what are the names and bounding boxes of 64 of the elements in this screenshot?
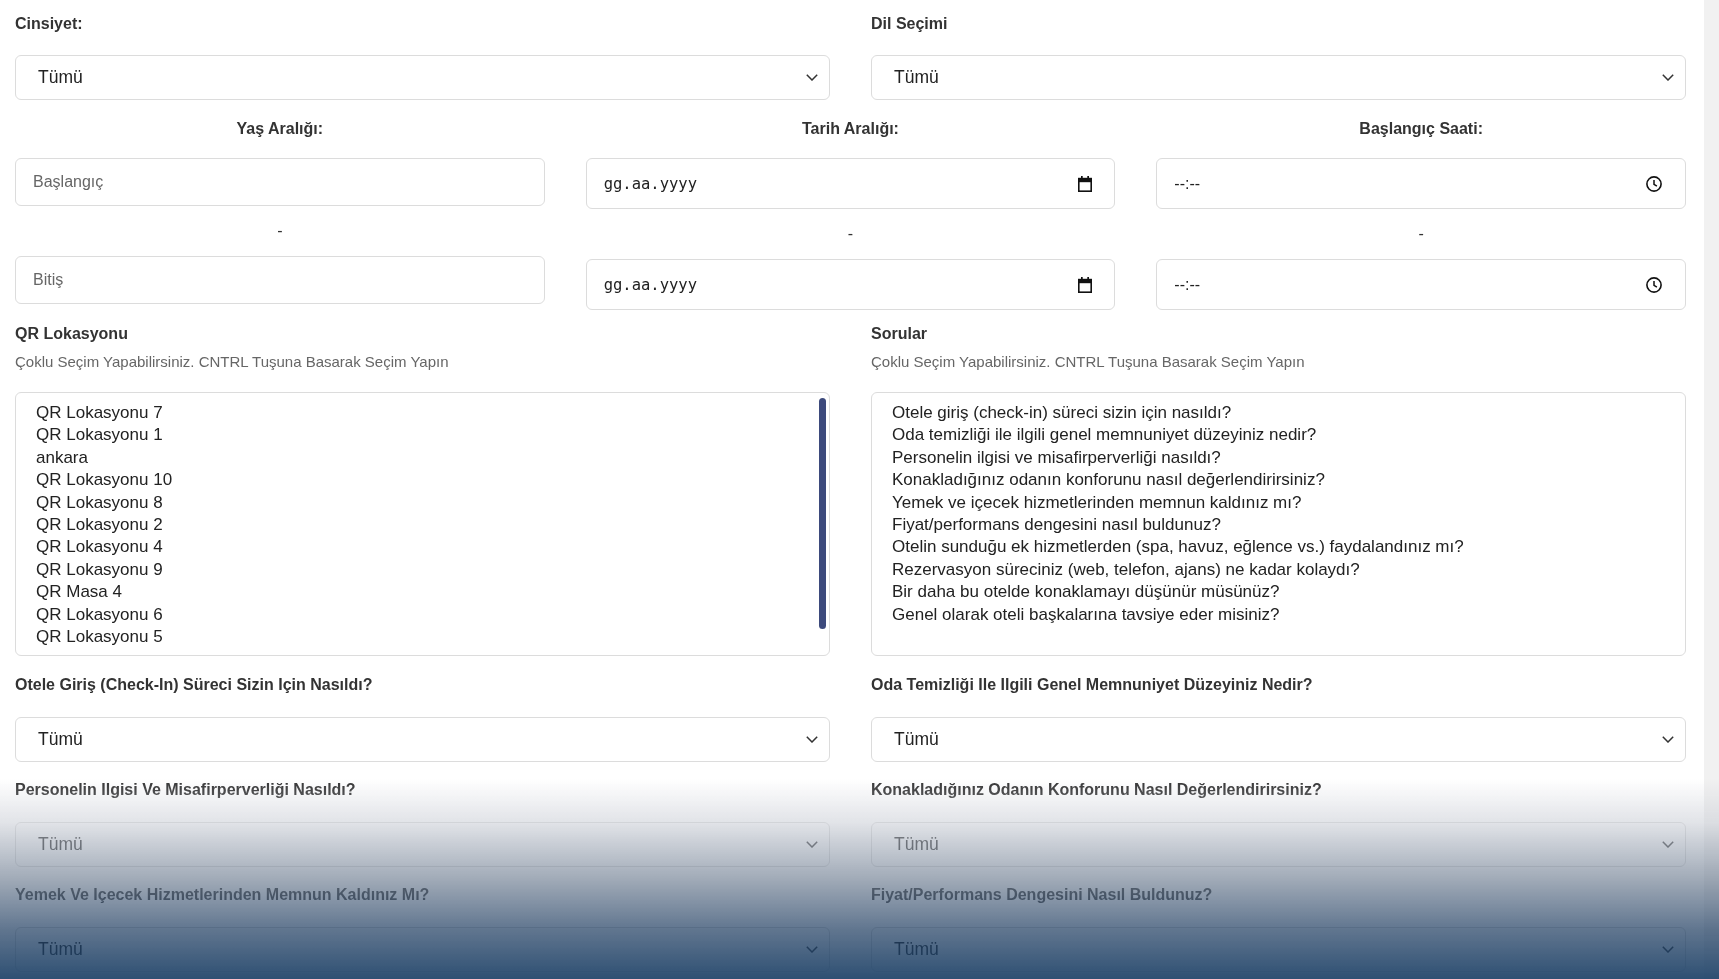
input-field[interactable]: Başlangıç <box>15 158 545 206</box>
listbox-option[interactable]: Bir daha bu otelde konaklamayı düşünür müsünüz? <box>892 581 1280 604</box>
clock-icon <box>1646 276 1662 293</box>
dropdown[interactable]: Tümü <box>15 717 830 762</box>
listbox-option[interactable]: QR Lokasyonu 8 <box>36 491 163 515</box>
listbox[interactable] <box>871 392 1686 656</box>
field-label: Dil Seçimi <box>871 14 949 34</box>
field-label: Otele Giriş (Check-In) Süreci Sizin Için Nasıldı? <box>15 675 374 695</box>
listbox[interactable]: QR Lokasyonu 7 QR Lokasyonu 1 ankara QR Lokasyonu 10 QR Lokasyonu 8 QR Lokasyonu 2 QR Lokasyonu 4 QR Lokasyonu 9 QR Masa 4 QR Lokasyonu 6 QR Lokasyonu 5 <box>15 392 830 656</box>
time-field[interactable]: --:-- <box>1156 158 1686 209</box>
chevron-icon <box>1662 946 1674 953</box>
input-field[interactable]: Bitiş <box>15 256 545 304</box>
field-label: Oda Temizliği Ile Ilgili Genel Memnuniyet Düzeyiniz Nedir? <box>871 675 1314 695</box>
listbox-option[interactable]: Otelin sunduğu ek hizmetlerden (spa, havuz, eğlence vs.) faydalandınız mı? <box>892 536 1464 559</box>
hint-text: Çoklu Seçim Yapabilirsiniz. CNTRL Tuşuna Basarak Seçim Yapın <box>871 353 1306 371</box>
listbox-option[interactable]: Rezervasyon süreciniz (web, telefon, ajans) ne kadar kolaydı? <box>892 558 1360 582</box>
listbox-option[interactable]: Genel olarak oteli başkalarına tavsiye eder misiniz? <box>892 603 1280 627</box>
listbox-option[interactable]: Oda temizliği ile ilgili genel memnuniyet düzeyiniz nedir? <box>892 424 1317 447</box>
listbox-option[interactable]: ankara <box>36 446 88 470</box>
listbox-option[interactable]: QR Masa 4 <box>36 581 122 604</box>
date-field[interactable]: gg.aa.yyyy <box>585 158 1116 209</box>
time-field[interactable]: --:-- <box>1156 259 1686 310</box>
field-label: Tarih Aralığı: <box>801 119 900 139</box>
listbox-option[interactable]: QR Lokasyonu 4 <box>36 536 163 559</box>
calendar-icon <box>1078 175 1093 192</box>
listbox-option[interactable]: QR Lokasyonu 5 <box>36 626 163 649</box>
listbox-option[interactable]: QR Lokasyonu 10 <box>36 469 173 492</box>
dropdown[interactable]: Tümü <box>871 717 1686 762</box>
field-label: Başlangıç Saati: <box>1358 119 1484 139</box>
dropdown[interactable]: Tümü <box>871 55 1686 100</box>
range-separator: - <box>276 221 284 241</box>
listbox-option[interactable]: QR Lokasyonu 9 <box>36 558 163 582</box>
listbox-option[interactable]: Personelin ilgisi ve misafirperverliği nasıldı? <box>892 446 1221 470</box>
field-label: Personelin Ilgisi Ve Misafirperverliği Nasıldı? <box>15 780 357 800</box>
listbox-option[interactable]: Konakladığınız odanın konforunu nasıl değerlendirirsiniz? <box>892 469 1325 492</box>
field-label: Yaş Aralığı: <box>235 119 325 139</box>
listbox-option[interactable]: QR Lokasyonu 7 <box>36 402 163 425</box>
listbox-option[interactable]: Yemek ve içecek hizmetlerinden memnun kaldınız mı? <box>892 491 1302 515</box>
field-label: Cinsiyet: <box>15 14 84 34</box>
chevron-icon <box>806 841 818 848</box>
listbox-option[interactable]: QR Lokasyonu 2 <box>36 514 163 537</box>
field-label: Konakladığınız Odanın Konforunu Nasıl Değerlendirirsiniz? <box>871 780 1323 800</box>
listbox-option[interactable]: Otele giriş (check-in) süreci sizin için nasıldı? <box>892 402 1232 425</box>
chevron-icon <box>806 946 818 953</box>
chevron-icon <box>1662 74 1674 81</box>
date-field[interactable]: gg.aa.yyyy <box>585 259 1116 310</box>
listbox-option[interactable]: QR Lokasyonu 1 <box>36 424 163 447</box>
scrollbar-thumb[interactable] <box>819 398 826 629</box>
range-separator: - <box>1417 224 1425 244</box>
calendar-icon <box>1078 276 1093 293</box>
field-label: QR Lokasyonu <box>15 324 129 344</box>
hint-text: Çoklu Seçim Yapabilirsiniz. CNTRL Tuşuna Basarak Seçim Yapın <box>15 353 450 371</box>
chevron-icon <box>806 736 818 743</box>
field-label: Fiyat/Performans Dengesini Nasıl Buldunuz? <box>871 885 1214 905</box>
dropdown[interactable]: Tümü <box>15 55 830 100</box>
chevron-icon <box>1662 736 1674 743</box>
chevron-icon <box>1662 841 1674 848</box>
field-label: Sorular <box>871 324 928 344</box>
clock-icon <box>1646 175 1662 192</box>
chevron-icon <box>806 74 818 81</box>
field-label: Yemek Ve Içecek Hizmetlerinden Memnun Kaldınız Mı? <box>15 885 431 905</box>
range-separator: - <box>846 224 855 244</box>
listbox-option[interactable]: Fiyat/performans dengesini nasıl buldunuz? <box>892 514 1221 537</box>
listbox-option[interactable]: QR Lokasyonu 6 <box>36 603 163 627</box>
